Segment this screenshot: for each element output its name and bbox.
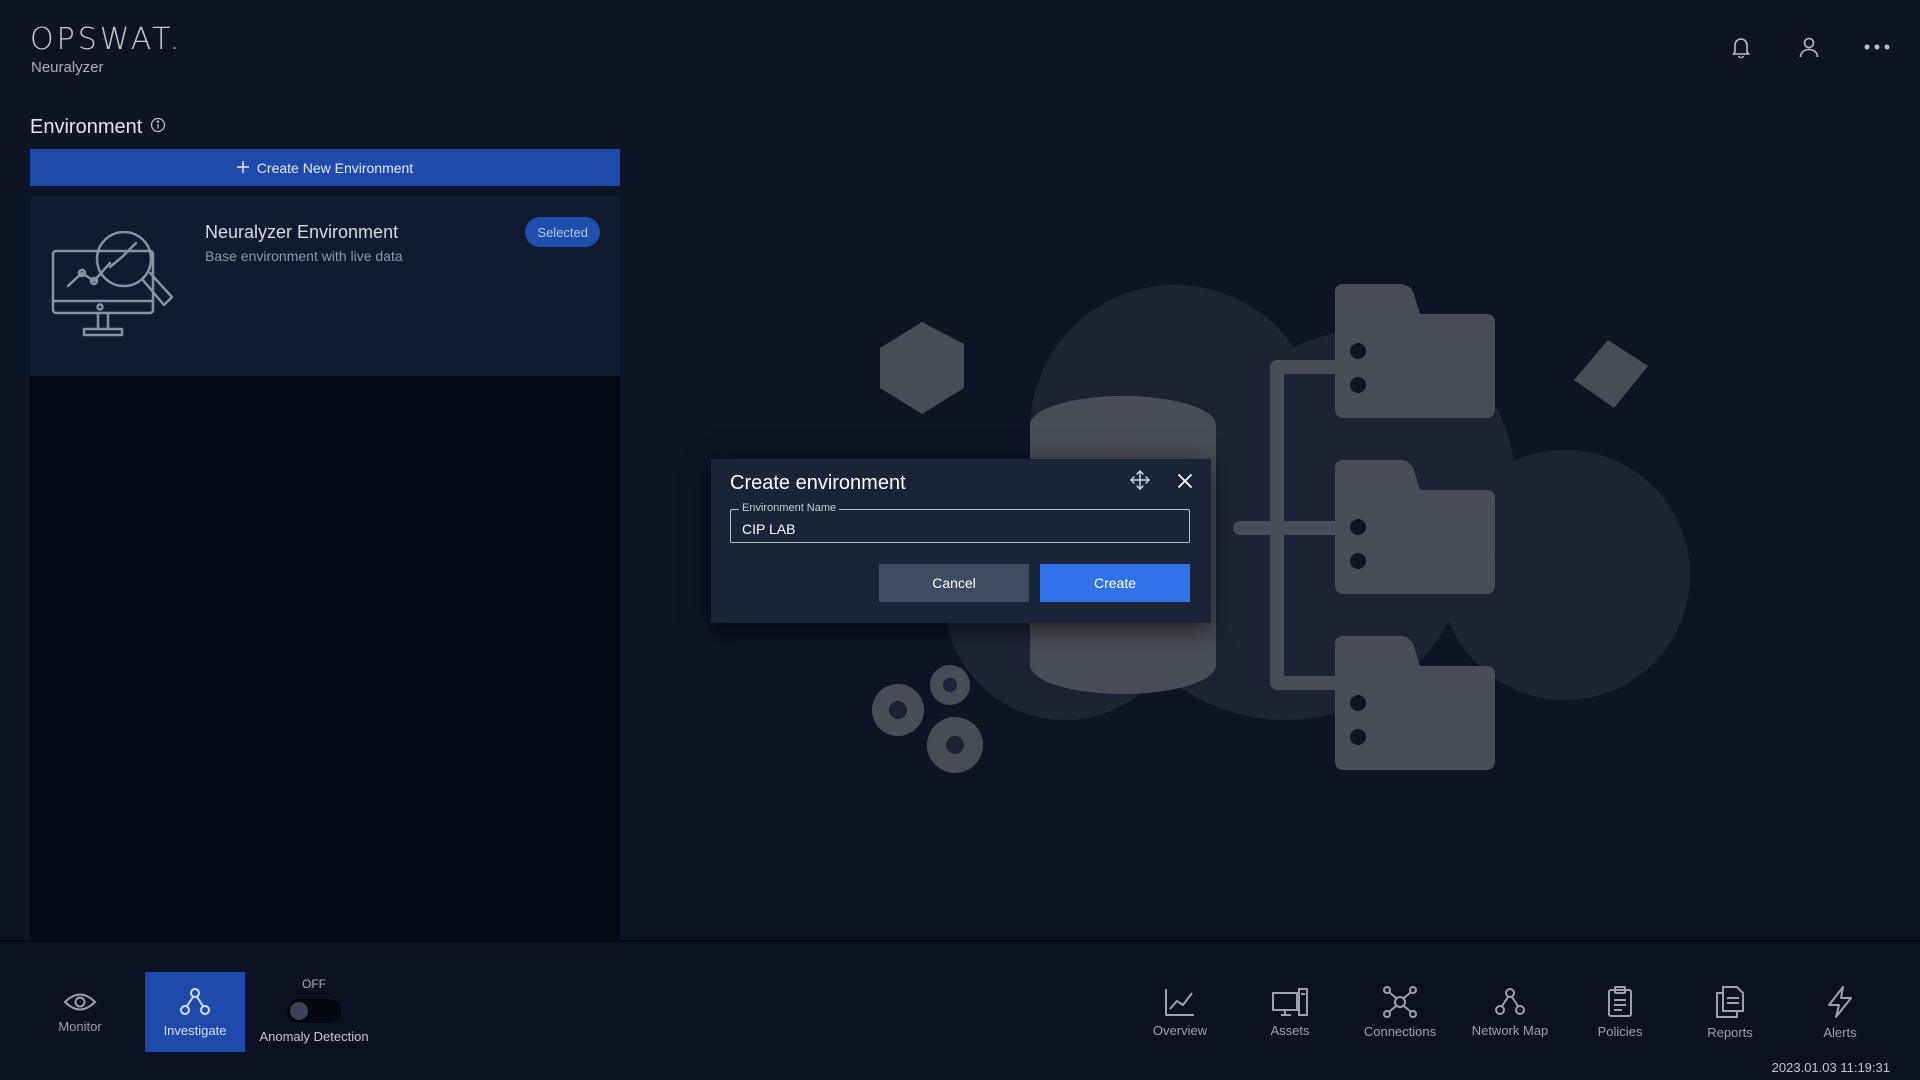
nav-policies-label: Policies <box>1597 1023 1643 1039</box>
move-icon[interactable] <box>1129 469 1153 493</box>
nav-investigate-label: Investigate <box>163 1022 227 1038</box>
brand: OPSWAT. Neuralyzer <box>30 22 182 76</box>
nav-investigate[interactable]: Investigate <box>145 972 245 1052</box>
nav-monitor[interactable]: Monitor <box>30 972 130 1052</box>
chart-icon <box>1165 988 1194 1016</box>
nav-assets-label: Assets <box>1270 1022 1310 1038</box>
environment-name-input[interactable] <box>731 510 1189 542</box>
investigate-icon <box>180 987 210 1015</box>
nav-alerts[interactable]: Alerts <box>1790 972 1890 1052</box>
bottom-nav: Monitor Investigate OFF Anomaly Detectio… <box>0 940 1920 1080</box>
nav-policies[interactable]: Policies <box>1570 972 1670 1052</box>
nav-network-map-label: Network Map <box>1471 1022 1549 1038</box>
anomaly-detection: OFF Anomaly Detection <box>258 977 370 1044</box>
environment-description: Base environment with live data <box>205 248 403 264</box>
connections-icon <box>1383 985 1417 1018</box>
bolt-icon <box>1828 985 1852 1018</box>
nav-reports[interactable]: Reports <box>1680 972 1780 1052</box>
selected-badge: Selected <box>525 217 600 247</box>
environment-name-field: Environment Name <box>730 502 1190 543</box>
network-map-icon <box>1495 987 1525 1015</box>
cancel-button[interactable]: Cancel <box>879 564 1029 602</box>
user-icon[interactable] <box>1796 34 1822 60</box>
nav-reports-label: Reports <box>1707 1024 1753 1040</box>
nav-overview[interactable]: Overview <box>1130 972 1230 1052</box>
nav-connections-label: Connections <box>1363 1023 1437 1039</box>
create-environment-dialog: Create environment Environment Name Canc… <box>711 459 1211 623</box>
environment-card[interactable]: Neuralyzer Environment Base environment … <box>30 196 620 376</box>
nav-network-map[interactable]: Network Map <box>1460 972 1560 1052</box>
info-icon[interactable] <box>150 116 166 139</box>
eye-icon <box>63 993 97 1010</box>
reports-icon <box>1716 985 1744 1018</box>
create-button[interactable]: Create <box>1040 564 1190 602</box>
environment-title: Environment <box>30 116 166 139</box>
environment-name: Neuralyzer Environment <box>205 222 399 242</box>
toggle-knob <box>290 1002 308 1020</box>
anomaly-label: Anomaly Detection <box>259 1029 369 1044</box>
anomaly-detection-toggle[interactable] <box>287 999 341 1023</box>
nav-alerts-label: Alerts <box>1823 1024 1857 1040</box>
product-name: Neuralyzer <box>31 59 104 76</box>
nav-overview-label: Overview <box>1152 1022 1208 1038</box>
create-new-environment-label: Create New Environment <box>256 159 414 176</box>
timestamp: 2023.01.03 11:19:31 <box>1771 1060 1890 1075</box>
brand-logo: OPSWAT. <box>30 22 183 57</box>
nav-assets[interactable]: Assets <box>1240 972 1340 1052</box>
create-new-environment-button[interactable]: Create New Environment <box>30 149 620 186</box>
top-icons <box>1728 34 1890 60</box>
nav-monitor-label: Monitor <box>58 1018 102 1034</box>
anomaly-state: OFF <box>302 977 326 991</box>
assets-icon <box>1272 987 1308 1016</box>
nav-connections[interactable]: Connections <box>1350 972 1450 1052</box>
clipboard-icon <box>1608 985 1632 1017</box>
environment-title-text: Environment <box>30 116 143 138</box>
dialog-title: Create environment <box>730 472 906 494</box>
close-icon[interactable] <box>1173 469 1197 493</box>
monitor-analytics-icon <box>50 230 190 351</box>
bell-icon[interactable] <box>1728 34 1754 60</box>
plus-icon <box>236 160 249 176</box>
more-icon[interactable] <box>1864 34 1890 60</box>
